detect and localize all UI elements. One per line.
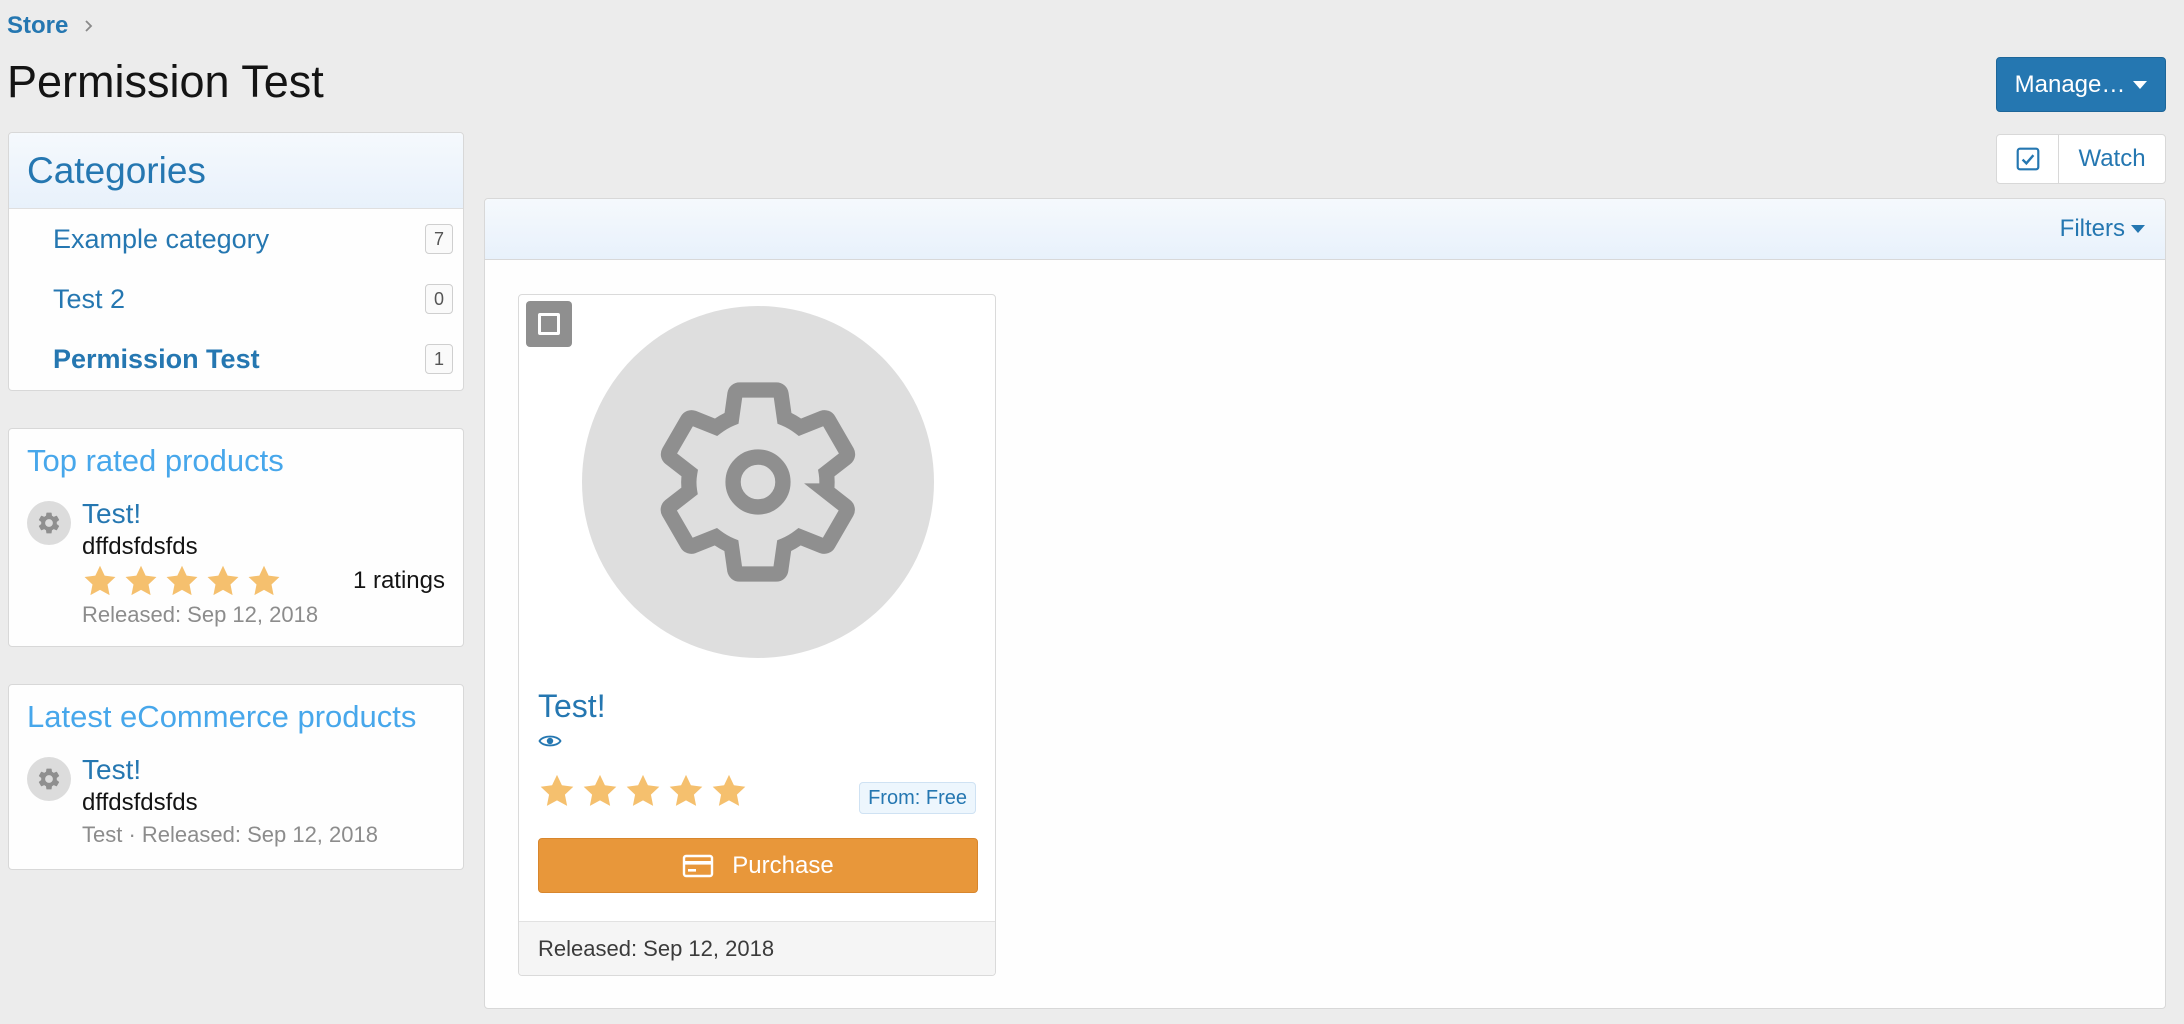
product-card: Test! From: Free Purchase Released: Sep … (518, 294, 996, 976)
star-icon (540, 774, 574, 806)
star-icon (207, 565, 239, 596)
page-title: Permission Test (7, 56, 324, 107)
purchase-label: Purchase (732, 851, 834, 879)
watch-button[interactable]: Watch (1996, 134, 2166, 184)
product-tagline: dffdsfdsfds (82, 789, 198, 816)
category-item-example[interactable]: Example category 7 (9, 209, 463, 269)
manage-button[interactable]: Manage… (1996, 57, 2166, 112)
category-label[interactable]: Test 2 (53, 284, 125, 315)
release-date: Released: Sep 12, 2018 (538, 935, 775, 961)
star-icon (166, 565, 198, 596)
product-thumbnail[interactable] (582, 306, 934, 658)
product-link[interactable]: Test! (82, 497, 445, 531)
star-rating (82, 563, 282, 599)
product-meta: Test · Released: Sep 12, 2018 (82, 822, 378, 847)
star-icon (583, 774, 617, 806)
caret-down-icon (2131, 225, 2145, 233)
gear-icon (38, 512, 60, 534)
latest-products-block: Latest eCommerce products Test! dffdsfds… (8, 684, 464, 870)
list-item: Test! dffdsfdsfds 1 ratings Released: Se… (27, 497, 445, 631)
eye-icon (538, 735, 562, 747)
purchase-button[interactable]: Purchase (538, 838, 978, 893)
top-rated-heading[interactable]: Top rated products (27, 443, 445, 479)
category-label[interactable]: Example category (53, 224, 269, 255)
price-badge: From: Free (859, 782, 976, 814)
category-item-permission-test[interactable]: Permission Test 1 (9, 329, 463, 389)
filters-button[interactable]: Filters (2060, 215, 2145, 243)
categories-header: Categories (9, 133, 463, 209)
ratings-count: 1 ratings (352, 567, 445, 594)
category-count: 1 (425, 344, 453, 374)
star-icon (248, 565, 280, 596)
gear-icon (660, 382, 856, 582)
star-icon (84, 565, 116, 596)
avatar[interactable] (27, 501, 71, 545)
checkbox-checked-icon (2016, 147, 2039, 171)
watch-label: Watch (2078, 145, 2146, 172)
categories-heading: Categories (27, 149, 206, 191)
release-date: Released: Sep 12, 2018 (82, 602, 319, 627)
avatar[interactable] (27, 757, 71, 801)
category-count: 7 (425, 224, 453, 254)
star-icon (712, 774, 746, 806)
top-rated-block: Top rated products Test! dffdsfdsfds 1 r… (8, 428, 464, 647)
categories-block: Categories Example category 7 Test 2 0 P… (8, 132, 464, 391)
watch-checkbox[interactable] (1997, 135, 2059, 183)
star-icon (669, 774, 703, 806)
credit-card-icon (683, 854, 714, 877)
category-count: 0 (425, 284, 453, 314)
star-icon (125, 565, 157, 596)
card-footer: Released: Sep 12, 2018 (519, 921, 995, 975)
star-rating (538, 772, 748, 810)
product-link[interactable]: Test! (82, 753, 445, 787)
breadcrumb-store-link[interactable]: Store (7, 12, 68, 40)
filters-label: Filters (2059, 215, 2125, 242)
product-tagline: dffdsfdsfds (82, 533, 198, 560)
chevron-right-icon (85, 20, 93, 32)
gear-icon (38, 768, 60, 790)
filters-bar: Filters (485, 199, 2165, 260)
product-list-panel: Filters Test! From: Free Purchase Releas… (484, 198, 2166, 1009)
rating-row: 1 ratings (82, 563, 445, 599)
caret-down-icon (2133, 80, 2148, 89)
category-label[interactable]: Permission Test (53, 344, 260, 375)
product-title-link[interactable]: Test! (538, 688, 606, 725)
category-item-test-2[interactable]: Test 2 0 (9, 269, 463, 329)
latest-products-heading[interactable]: Latest eCommerce products (27, 699, 445, 735)
list-item: Test! dffdsfdsfds Test · Released: Sep 1… (27, 753, 445, 851)
star-icon (626, 774, 660, 806)
breadcrumb: Store (7, 12, 96, 40)
select-checkbox[interactable] (526, 301, 572, 347)
manage-button-label: Manage… (2014, 70, 2126, 98)
